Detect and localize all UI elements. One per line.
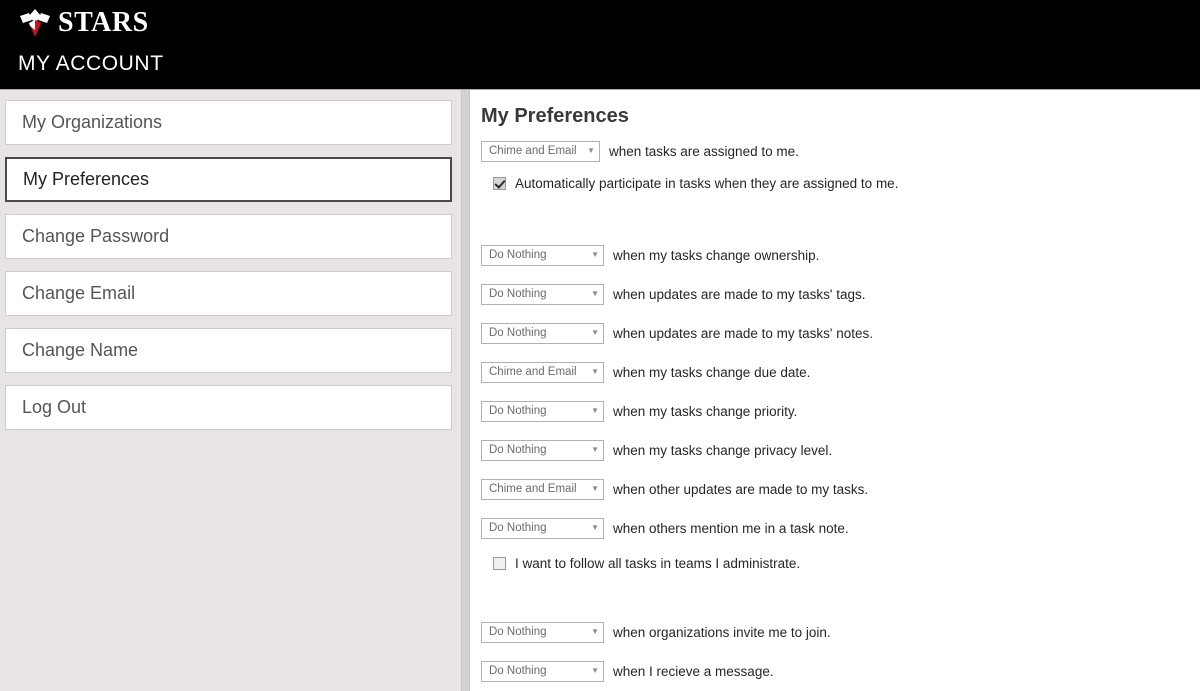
sidebar-item-my-organizations[interactable]: My Organizations: [5, 100, 452, 145]
sidebar-item-label: My Preferences: [23, 169, 150, 189]
preference-label: when my tasks change due date.: [613, 364, 811, 380]
preference-select-tasks-assigned[interactable]: Chime and Email ▼: [481, 140, 600, 162]
preference-row-message-received: Do Nothing ▼ when I recieve a message.: [481, 660, 774, 682]
sidebar-item-log-out[interactable]: Log Out: [5, 385, 452, 430]
page-title: MY ACCOUNT: [18, 52, 164, 75]
chevron-down-icon: ▼: [591, 523, 599, 532]
preference-select-due-date[interactable]: Chime and Email ▼: [481, 361, 604, 383]
preference-label: when other updates are made to my tasks.: [613, 481, 869, 497]
preference-label: when my tasks change ownership.: [613, 247, 820, 263]
chevron-down-icon: ▼: [591, 666, 599, 675]
preference-label: when organizations invite me to join.: [613, 624, 831, 640]
preference-select-tags-updated[interactable]: Do Nothing ▼: [481, 283, 604, 305]
preference-label: when updates are made to my tasks' notes…: [613, 325, 873, 341]
preference-row-privacy-level: Do Nothing ▼ when my tasks change privac…: [481, 439, 832, 461]
preference-label: when others mention me in a task note.: [613, 520, 849, 536]
sidebar-item-label: Change Email: [22, 283, 136, 303]
preference-select-value: Do Nothing: [489, 405, 547, 417]
chevron-down-icon: ▼: [591, 627, 599, 636]
sidebar-item-change-name[interactable]: Change Name: [5, 328, 452, 373]
preference-select-value: Do Nothing: [489, 444, 547, 456]
preference-row-org-invites: Do Nothing ▼ when organizations invite m…: [481, 621, 831, 643]
checkbox-auto-participate[interactable]: [493, 176, 506, 190]
preference-row-change-ownership: Do Nothing ▼ when my tasks change owners…: [481, 244, 819, 266]
star-logo-icon: [18, 7, 52, 39]
preference-select-change-ownership[interactable]: Do Nothing ▼: [481, 244, 604, 266]
checkbox-label: Automatically participate in tasks when …: [515, 175, 899, 191]
preference-row-tags-updated: Do Nothing ▼ when updates are made to my…: [481, 283, 865, 305]
preference-select-value: Chime and Email: [489, 483, 577, 495]
preference-row-other-updates: Chime and Email ▼ when other updates are…: [481, 478, 868, 500]
preference-select-message-received[interactable]: Do Nothing ▼: [481, 660, 604, 682]
preference-select-value: Do Nothing: [489, 249, 547, 261]
preference-select-privacy-level[interactable]: Do Nothing ▼: [481, 439, 604, 461]
main-content: My Preferences Chime and Email ▼ when ta…: [471, 90, 1200, 691]
preference-select-value: Chime and Email: [489, 145, 577, 157]
app-header: STARS MY ACCOUNT: [0, 0, 1200, 89]
preference-select-value: Do Nothing: [489, 665, 547, 677]
chevron-down-icon: ▼: [591, 250, 599, 259]
preference-select-value: Do Nothing: [489, 626, 547, 638]
preference-select-value: Do Nothing: [489, 327, 547, 339]
checkbox-row-auto-participate: Automatically participate in tasks when …: [493, 173, 898, 193]
sidebar: My Organizations My Preferences Change P…: [0, 90, 461, 691]
chevron-down-icon: ▼: [591, 406, 599, 415]
sidebar-content-divider: [461, 90, 470, 691]
preference-select-priority[interactable]: Do Nothing ▼: [481, 400, 604, 422]
preference-label: when updates are made to my tasks' tags.: [613, 286, 866, 302]
preference-select-value: Do Nothing: [489, 288, 547, 300]
chevron-down-icon: ▼: [591, 367, 599, 376]
brand-name: STARS: [58, 7, 149, 38]
preference-row-mentions: Do Nothing ▼ when others mention me in a…: [481, 517, 849, 539]
preference-select-other-updates[interactable]: Chime and Email ▼: [481, 478, 604, 500]
checkbox-label: I want to follow all tasks in teams I ad…: [515, 555, 801, 571]
chevron-down-icon: ▼: [591, 484, 599, 493]
preference-select-value: Chime and Email: [489, 366, 577, 378]
sidebar-item-change-password[interactable]: Change Password: [5, 214, 452, 259]
preference-select-mentions[interactable]: Do Nothing ▼: [481, 517, 604, 539]
preference-label: when my tasks change priority.: [613, 403, 798, 419]
preference-select-notes-updated[interactable]: Do Nothing ▼: [481, 322, 604, 344]
sidebar-item-my-preferences[interactable]: My Preferences: [5, 157, 452, 202]
preference-select-org-invites[interactable]: Do Nothing ▼: [481, 621, 604, 643]
preference-row-tasks-assigned: Chime and Email ▼ when tasks are assigne…: [481, 140, 799, 162]
preference-label: when my tasks change privacy level.: [613, 442, 833, 458]
preference-label: when tasks are assigned to me.: [609, 143, 799, 159]
checkbox-row-follow-admin-teams: I want to follow all tasks in teams I ad…: [493, 553, 800, 573]
chevron-down-icon: ▼: [591, 328, 599, 337]
sidebar-item-change-email[interactable]: Change Email: [5, 271, 452, 316]
preference-row-priority: Do Nothing ▼ when my tasks change priori…: [481, 400, 797, 422]
brand-logo[interactable]: STARS: [18, 6, 149, 40]
sidebar-nav: My Organizations My Preferences Change P…: [5, 100, 455, 442]
preference-row-due-date: Chime and Email ▼ when my tasks change d…: [481, 361, 810, 383]
preference-row-notes-updated: Do Nothing ▼ when updates are made to my…: [481, 322, 873, 344]
content-heading: My Preferences: [481, 105, 629, 127]
preference-label: when I recieve a message.: [613, 663, 774, 679]
sidebar-item-label: Change Password: [22, 226, 170, 246]
sidebar-item-label: Log Out: [22, 397, 87, 417]
sidebar-item-label: My Organizations: [22, 112, 163, 132]
checkbox-follow-admin-teams[interactable]: [493, 556, 506, 570]
chevron-down-icon: ▼: [587, 146, 595, 155]
preference-select-value: Do Nothing: [489, 522, 547, 534]
chevron-down-icon: ▼: [591, 445, 599, 454]
sidebar-item-label: Change Name: [22, 340, 139, 360]
chevron-down-icon: ▼: [591, 289, 599, 298]
